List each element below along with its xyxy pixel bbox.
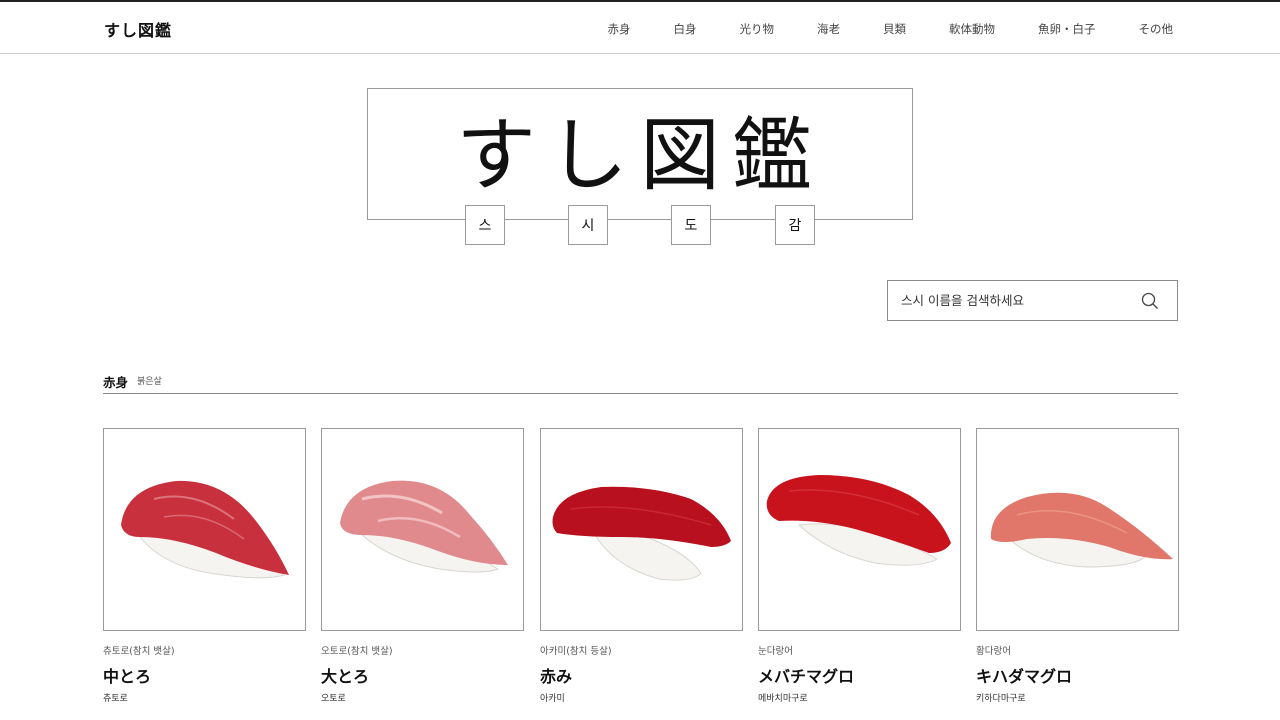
search-icon[interactable] (1141, 292, 1159, 310)
card-korean-desc: 황다랑어 (976, 646, 1011, 657)
nav-item-hikarimono[interactable]: 光り物 (740, 21, 775, 37)
card-japanese-name[interactable]: メバチマグロ (758, 663, 961, 687)
sushi-card[interactable]: 츄토로(참치 뱃살) 中とろ 츄토로 (103, 428, 306, 704)
hero-title: すし図鑑 (456, 109, 824, 202)
akami-sushi-image (552, 486, 731, 581)
nav-item-other[interactable]: その他 (1139, 21, 1174, 37)
card-korean-desc: 아카미(참치 등살) (540, 646, 612, 657)
card-korean-name: 키하다마구로 (976, 694, 1026, 704)
nav-item-ebi[interactable]: 海老 (817, 21, 840, 37)
hero-sub-1: 스 (465, 205, 505, 245)
kihada-sushi-image (990, 492, 1173, 568)
section-header: 赤身 붉은살 (103, 370, 1178, 394)
sushi-image-frame[interactable] (540, 428, 743, 631)
search-input[interactable] (901, 290, 1131, 310)
mebachi-sushi-image (766, 475, 951, 566)
sushi-card-list: 츄토로(참치 뱃살) 中とろ 츄토로 오토로(참치 뱃살) 大とろ 오토로 아카… (103, 428, 1179, 708)
nav-item-nantai[interactable]: 軟体動物 (949, 21, 995, 37)
card-korean-desc: 눈다랑어 (758, 646, 793, 657)
nav-item-kairui[interactable]: 貝類 (883, 21, 906, 37)
sushi-card[interactable]: 눈다랑어 メバチマグロ 메바치마구로 (758, 428, 961, 704)
nav-item-gyoran[interactable]: 魚卵・白子 (1038, 21, 1096, 37)
sushi-image-frame[interactable] (321, 428, 524, 631)
sushi-card[interactable]: 황다랑어 キハダマグロ 키하다마구로 (976, 428, 1179, 704)
site-header: すし図鑑 赤身 白身 光り物 海老 貝類 軟体動物 魚卵・白子 その他 (0, 2, 1280, 54)
hero-title-box: すし図鑑 (367, 88, 913, 220)
section-title: 赤身 (103, 375, 129, 390)
search-box (887, 280, 1178, 321)
main-nav: 赤身 白身 光り物 海老 貝類 軟体動物 魚卵・白子 その他 (608, 21, 1174, 37)
section-subtitle: 붉은살 (137, 377, 162, 387)
hero-sub-3: 도 (671, 205, 711, 245)
otoro-sushi-image (340, 480, 508, 573)
card-korean-name: 메바치마구로 (758, 694, 808, 704)
card-japanese-name[interactable]: キハダマグロ (976, 663, 1179, 687)
sushi-image-frame[interactable] (976, 428, 1179, 631)
sushi-card[interactable]: 오토로(참치 뱃살) 大とろ 오토로 (321, 428, 524, 704)
card-japanese-name[interactable]: 赤み (540, 663, 743, 687)
sushi-image-frame[interactable] (103, 428, 306, 631)
card-korean-name: 츄토로 (103, 694, 128, 704)
sushi-image-frame[interactable] (758, 428, 961, 631)
card-japanese-name[interactable]: 大とろ (321, 663, 524, 687)
site-logo[interactable]: すし図鑑 (104, 17, 172, 41)
card-korean-desc: 츄토로(참치 뱃살) (103, 646, 175, 657)
card-korean-name: 오토로 (321, 694, 346, 704)
card-korean-name: 아카미 (540, 694, 565, 704)
hero-sub-2: 시 (568, 205, 608, 245)
hero-sub-4: 감 (775, 205, 815, 245)
nav-item-akami[interactable]: 赤身 (608, 21, 631, 37)
card-korean-desc: 오토로(참치 뱃살) (321, 646, 393, 657)
nav-item-shiromi[interactable]: 白身 (674, 21, 697, 37)
card-japanese-name[interactable]: 中とろ (103, 663, 306, 687)
sushi-card[interactable]: 아카미(참치 등살) 赤み 아카미 (540, 428, 743, 704)
chutoro-sushi-image (121, 480, 289, 579)
